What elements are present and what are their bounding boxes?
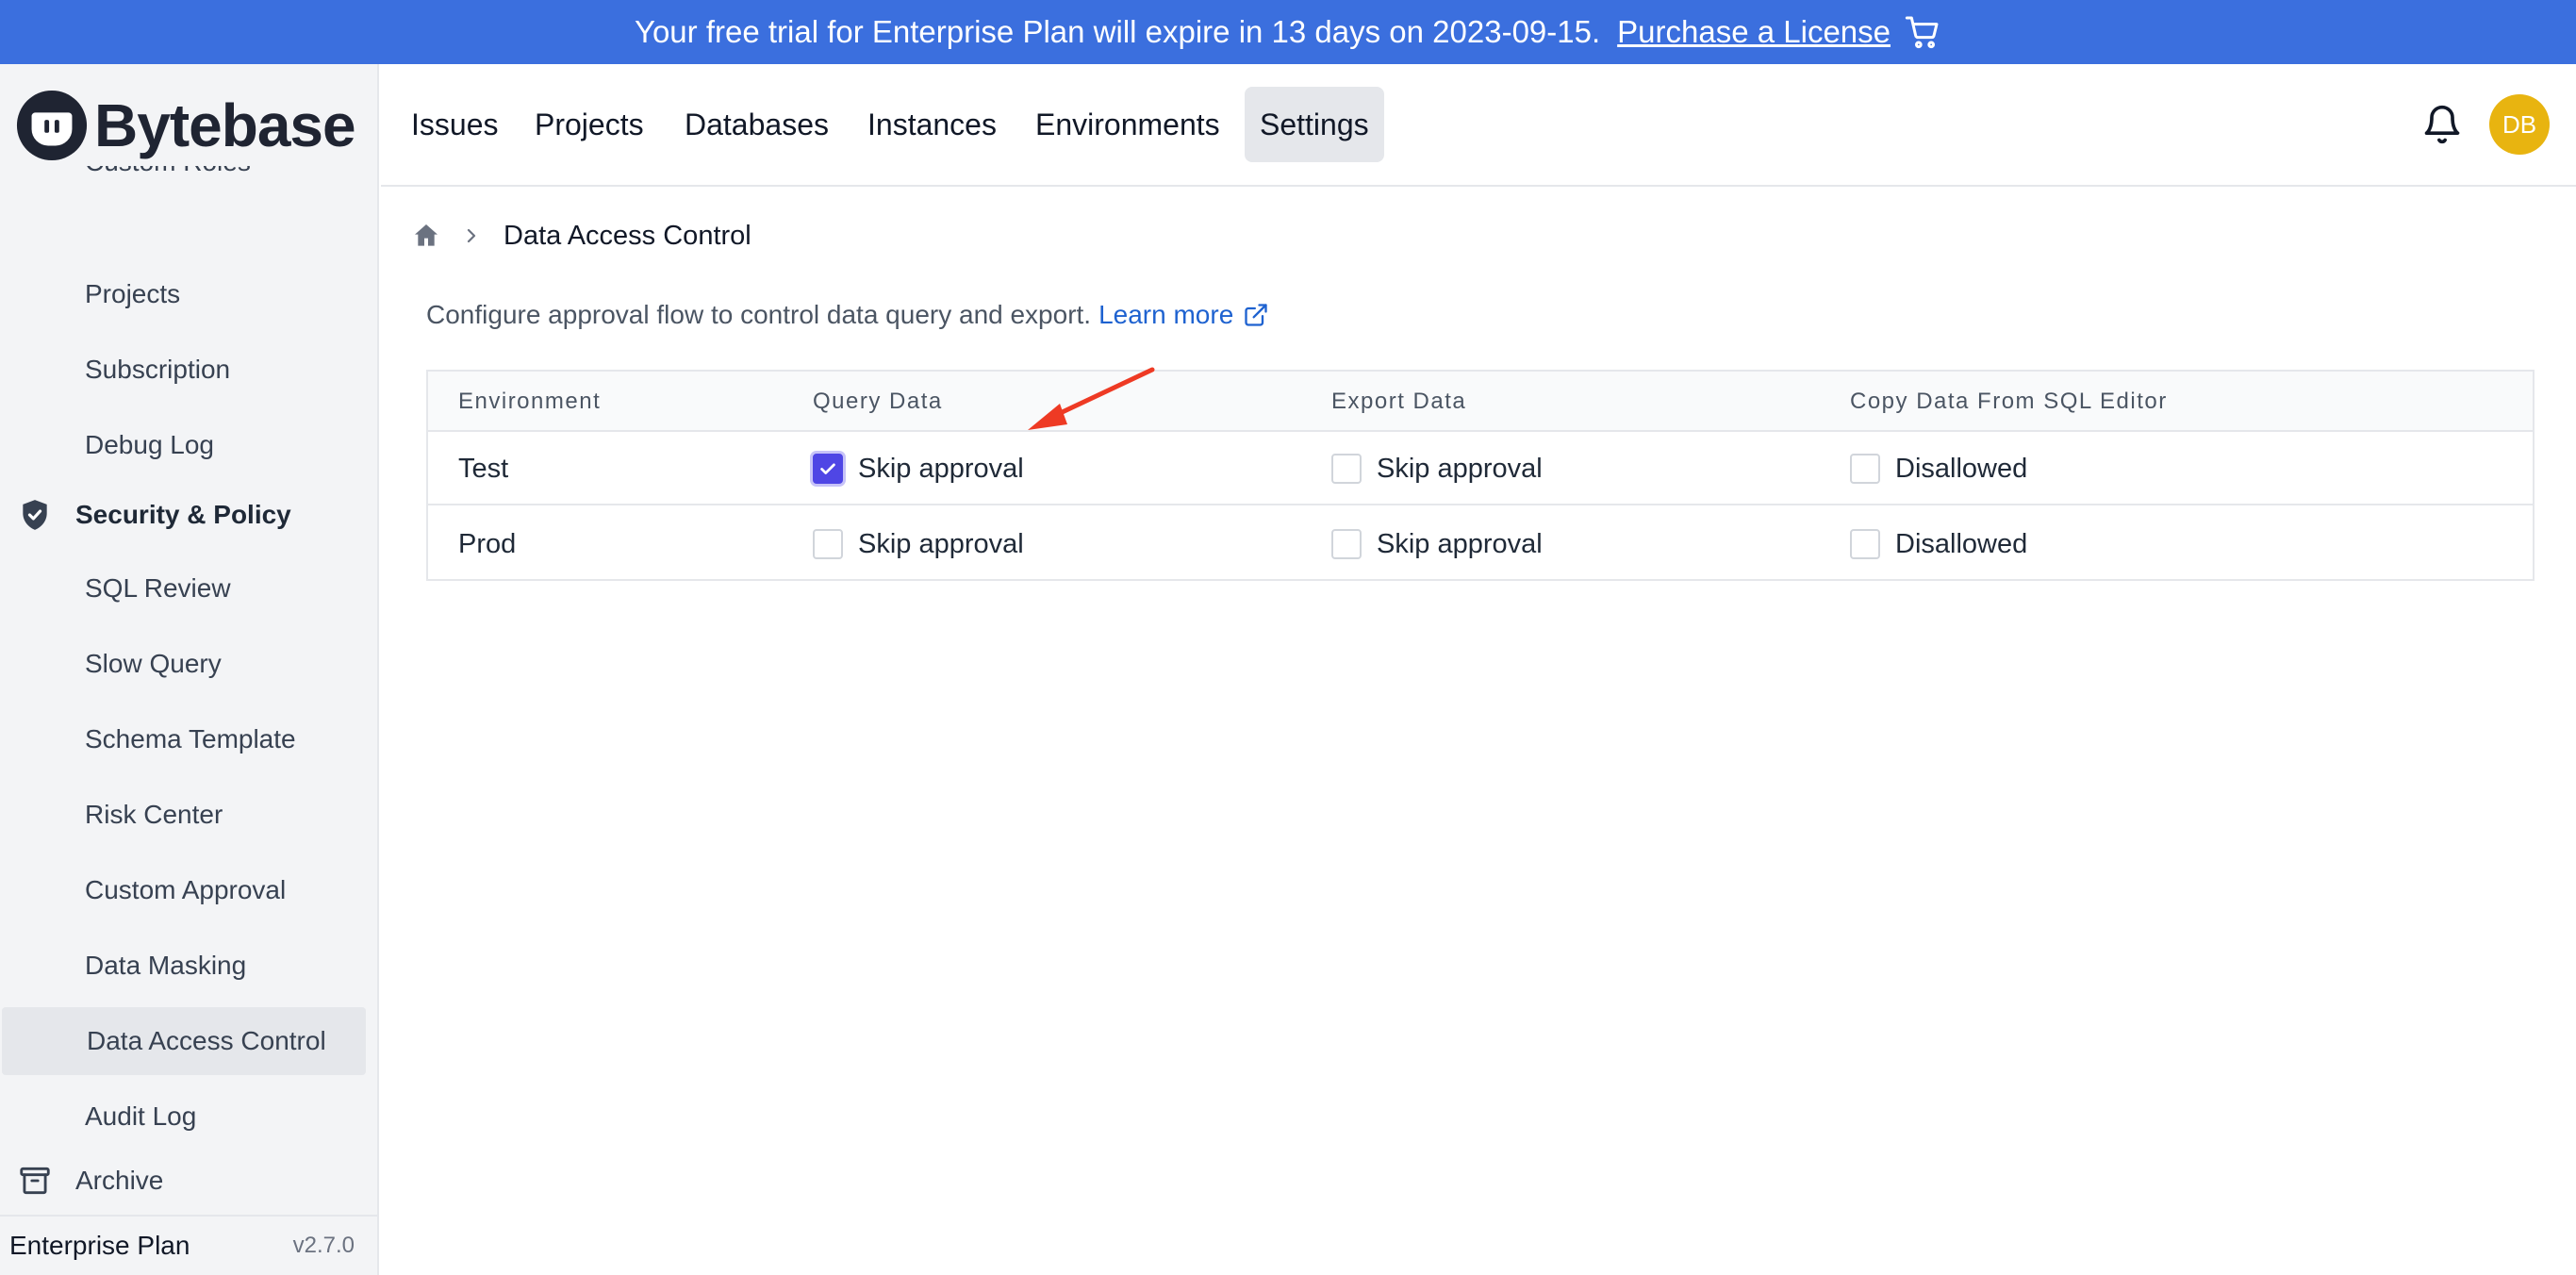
sidebar-item-schema-template[interactable]: Schema Template	[0, 705, 364, 773]
sidebar-item-subscription[interactable]: Subscription	[0, 336, 364, 404]
export-skip-approval-checkbox[interactable]	[1331, 454, 1362, 484]
sidebar-item-risk-center[interactable]: Risk Center	[0, 781, 364, 849]
environment-name: Test	[458, 453, 509, 484]
copy-disallowed-checkbox[interactable]	[1850, 529, 1880, 559]
description-text: Configure approval flow to control data …	[426, 300, 1092, 329]
sidebar-item-label: SQL Review	[85, 573, 231, 603]
external-link-icon[interactable]	[1243, 302, 1269, 328]
sidebar-item-data-masking[interactable]: Data Masking	[0, 932, 364, 1000]
sidebar-item-label: Audit Log	[85, 1101, 197, 1131]
checkbox-label: Disallowed	[1895, 528, 2028, 559]
sidebar-section-security-policy[interactable]: Security & Policy	[17, 487, 291, 543]
check-icon	[820, 463, 835, 474]
sidebar-item-label: Slow Query	[85, 649, 222, 678]
tab-databases[interactable]: Databases	[669, 87, 844, 162]
bell-icon[interactable]	[2421, 102, 2463, 147]
plan-name[interactable]: Enterprise Plan	[9, 1231, 190, 1261]
checkbox-label: Disallowed	[1895, 453, 2028, 484]
sidebar-item-label: Schema Template	[85, 724, 296, 753]
shield-check-icon	[23, 500, 47, 530]
checkbox-label: Skip approval	[858, 528, 1024, 559]
sidebar-item-custom-roles[interactable]: Custom Roles	[85, 166, 368, 194]
export-skip-approval-checkbox[interactable]	[1331, 529, 1362, 559]
version-label: v2.7.0	[292, 1233, 355, 1258]
sidebar-item-sql-review[interactable]: SQL Review	[0, 555, 364, 622]
breadcrumb: Data Access Control	[411, 215, 751, 257]
brand-name: Bytebase	[94, 91, 356, 159]
sidebar-item-label: Risk Center	[85, 800, 223, 829]
learn-more-link[interactable]: Learn more	[1098, 300, 1233, 330]
header-environment: Environment	[458, 389, 602, 414]
sidebar-item-label: Subscription	[85, 355, 231, 384]
copy-disallowed-toggle[interactable]: Disallowed	[1850, 432, 2027, 505]
sidebar-item-label: Debug Log	[85, 430, 215, 459]
tab-environments[interactable]: Environments	[1020, 87, 1235, 162]
header-copy-data: Copy Data From SQL Editor	[1850, 389, 2168, 414]
table-header: Environment Query Data Export Data Copy …	[428, 372, 2533, 432]
header-query-data: Query Data	[813, 389, 943, 414]
breadcrumb-current: Data Access Control	[504, 220, 751, 251]
checkbox-label: Skip approval	[858, 453, 1024, 484]
avatar[interactable]: DB	[2489, 94, 2550, 155]
environment-name: Prod	[458, 528, 517, 559]
copy-disallowed-toggle[interactable]: Disallowed	[1850, 507, 2027, 581]
query-skip-approval-checkbox[interactable]	[813, 529, 843, 559]
tab-instances[interactable]: Instances	[852, 87, 1012, 162]
sidebar-item-label: Data Masking	[85, 951, 247, 980]
trial-message: Your free trial for Enterprise Plan will…	[634, 14, 1601, 49]
sidebar-item-data-access-control[interactable]: Data Access Control	[2, 1007, 366, 1075]
tab-settings[interactable]: Settings	[1245, 87, 1384, 162]
sidebar-item-audit-log[interactable]: Audit Log	[0, 1083, 364, 1151]
query-skip-approval-checkbox[interactable]	[813, 454, 843, 484]
archive-icon	[20, 1167, 50, 1195]
annotation-arrow-icon	[1028, 367, 1155, 430]
export-skip-approval-toggle[interactable]: Skip approval	[1331, 432, 1543, 505]
checkbox-label: Skip approval	[1377, 528, 1543, 559]
sidebar-item-debug-log[interactable]: Debug Log	[0, 411, 364, 479]
sidebar-item-label: Custom Approval	[85, 875, 287, 904]
sidebar-item-archive[interactable]: Archive	[17, 1152, 163, 1209]
bytebase-logo-icon	[16, 90, 88, 161]
top-navigation: Issues Projects Databases Instances Envi…	[381, 64, 2576, 187]
export-skip-approval-toggle[interactable]: Skip approval	[1331, 507, 1543, 581]
purchase-license-link[interactable]: Purchase a License	[1617, 14, 1891, 50]
query-skip-approval-toggle[interactable]: Skip approval	[813, 432, 1024, 505]
sidebar-item-label: Projects	[85, 279, 181, 308]
sidebar: Bytebase Custom Roles Projects Subscript…	[0, 64, 379, 1275]
data-access-table: Environment Query Data Export Data Copy …	[426, 370, 2535, 581]
home-icon[interactable]	[411, 221, 441, 251]
table-row: Test Skip approval Skip approval Disallo…	[428, 432, 2533, 505]
plan-footer: Enterprise Plan v2.7.0	[0, 1215, 377, 1275]
tab-projects[interactable]: Projects	[520, 87, 659, 162]
sidebar-item-label: Archive	[75, 1166, 164, 1195]
sidebar-item-label: Data Access Control	[87, 1026, 326, 1055]
trial-banner: Your free trial for Enterprise Plan will…	[0, 0, 2576, 64]
sidebar-item-slow-query[interactable]: Slow Query	[0, 630, 364, 698]
checkbox-label: Skip approval	[1377, 453, 1543, 484]
sidebar-item-projects[interactable]: Projects	[0, 260, 364, 328]
sidebar-item-label: Custom Roles	[85, 166, 368, 177]
sidebar-item-custom-approval[interactable]: Custom Approval	[0, 856, 364, 924]
chevron-right-icon	[467, 228, 476, 243]
page-description: Configure approval flow to control data …	[426, 300, 1269, 330]
query-skip-approval-toggle[interactable]: Skip approval	[813, 507, 1024, 581]
header-export-data: Export Data	[1331, 389, 1467, 414]
cart-icon[interactable]	[1904, 13, 1941, 51]
table-row: Prod Skip approval Skip approval Disallo…	[428, 507, 2533, 581]
copy-disallowed-checkbox[interactable]	[1850, 454, 1880, 484]
tab-issues[interactable]: Issues	[396, 87, 513, 162]
logo[interactable]: Bytebase	[15, 87, 356, 164]
sidebar-section-label: Security & Policy	[75, 500, 291, 529]
